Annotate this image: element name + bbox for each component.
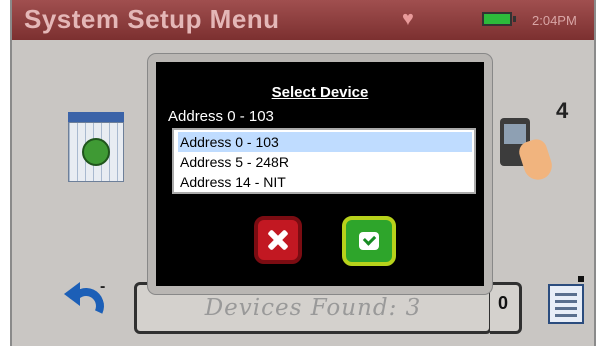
zero-value: 0: [498, 293, 509, 313]
back-button[interactable]: -: [62, 276, 110, 330]
side-number: 4: [556, 98, 569, 123]
device-list[interactable]: Address 0 - 103 Address 5 - 248R Address…: [172, 128, 476, 194]
selected-address: Address 0 - 103: [168, 108, 274, 125]
heart-icon: ♥: [402, 8, 414, 30]
list-item[interactable]: Address 0 - 103: [178, 132, 472, 152]
dialog-title: Select Device: [271, 84, 369, 101]
list-item[interactable]: Address 5 - 248R: [178, 152, 472, 172]
device-screen: System Setup Menu ♥ 2:04PM 4 - Devices F…: [10, 0, 596, 346]
document-list-icon[interactable]: [548, 284, 584, 324]
calendar-clock-icon[interactable]: [68, 112, 124, 182]
page-title: System Setup Menu: [24, 4, 280, 34]
clock-time: 2:04PM: [532, 13, 577, 28]
indicator-dot: [578, 276, 584, 282]
list-item[interactable]: Address 14 - NIT: [178, 172, 472, 192]
title-bar: System Setup Menu ♥ 2:04PM: [12, 0, 594, 40]
devices-found-text: Devices Found: 3: [204, 295, 422, 321]
confirm-button[interactable]: [342, 216, 396, 266]
zero-indicator-box: 0: [490, 282, 522, 334]
checkmark-icon: [359, 232, 379, 250]
select-device-dialog: Select Device Address 0 - 103 Address 0 …: [148, 54, 492, 294]
hand-keypad-icon[interactable]: [500, 118, 556, 184]
cancel-button[interactable]: [254, 216, 302, 264]
battery-icon: [482, 12, 516, 26]
